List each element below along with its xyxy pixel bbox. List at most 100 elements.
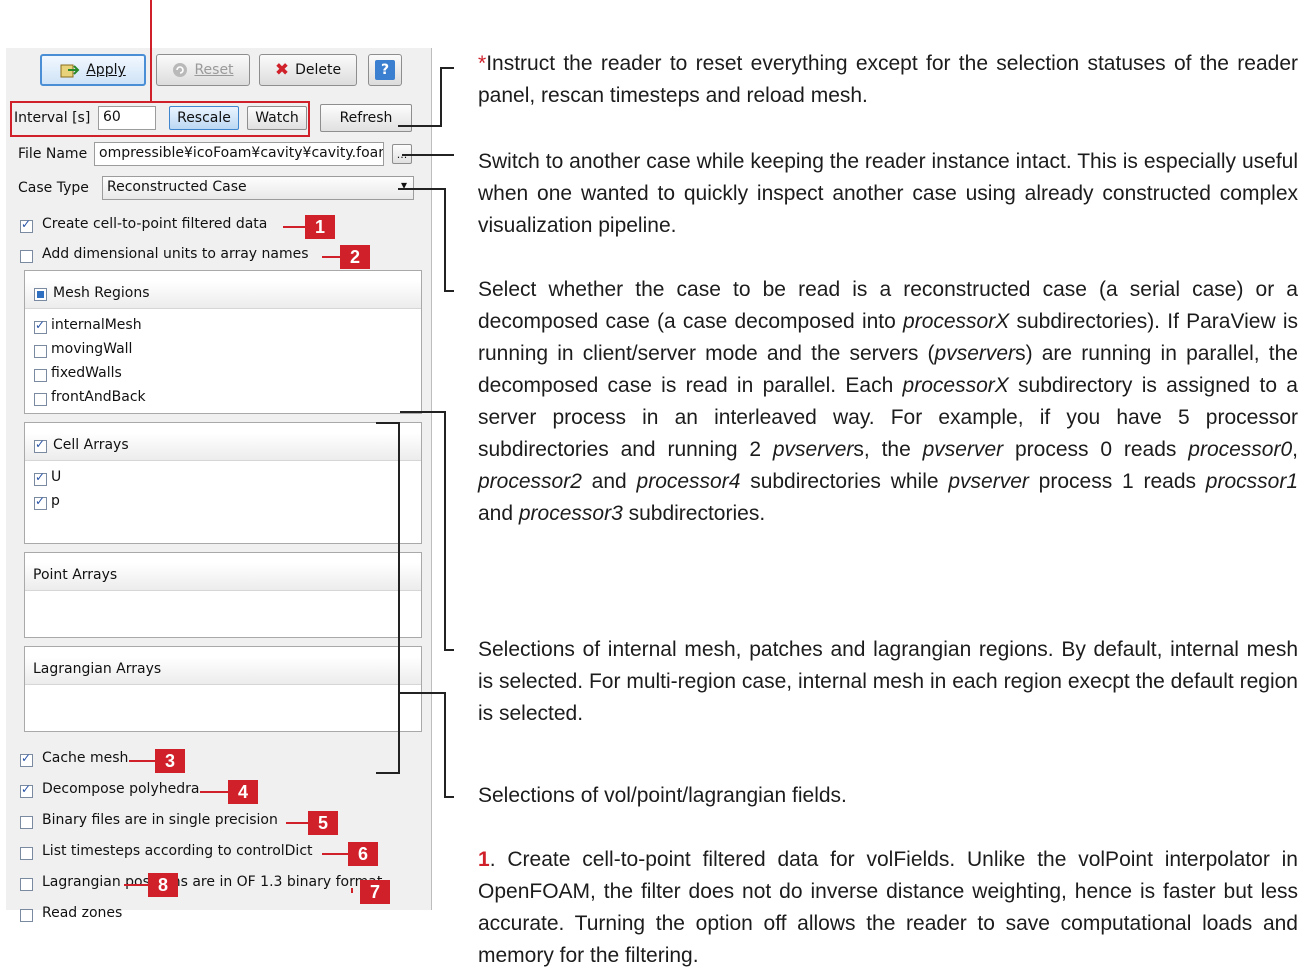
point-arrays-list[interactable]: Point Arrays xyxy=(24,552,422,638)
badge-connector xyxy=(351,888,353,893)
case-type-callout-line xyxy=(398,188,446,190)
regions-callout-line xyxy=(444,649,454,651)
mesh-region-checkbox[interactable] xyxy=(34,345,47,358)
mesh-region-checkbox[interactable] xyxy=(34,318,47,334)
badge-connector xyxy=(286,822,308,824)
file-name-label: File Name xyxy=(18,146,88,162)
reset-label: Reset xyxy=(194,62,234,78)
lagrangian-arrays-title: Lagrangian Arrays xyxy=(33,661,162,677)
fields-callout-line xyxy=(444,692,446,798)
read-zones-label: Read zones xyxy=(42,905,123,921)
fields-bracket xyxy=(376,772,400,774)
refresh-annotation: *Instruct the reader to reset everything… xyxy=(478,48,1298,112)
badge-connector xyxy=(200,791,228,793)
fields-bracket xyxy=(376,422,400,424)
point-arrays-header: Point Arrays xyxy=(25,563,421,591)
cell-arrays-title: Cell Arrays xyxy=(53,437,129,453)
refresh-callout-line xyxy=(440,67,442,127)
regions-callout-line xyxy=(400,411,446,413)
mesh-region-item: frontAndBack xyxy=(51,389,146,405)
case-type-em: procssor1 xyxy=(1205,470,1298,493)
badge-4: 4 xyxy=(228,780,258,804)
dim-units-checkbox[interactable] xyxy=(20,250,33,263)
note-1-number: 1 xyxy=(478,848,490,871)
dim-units-label: Add dimensional units to array names xyxy=(42,246,309,262)
cell-array-checkbox[interactable] xyxy=(34,494,47,510)
cell-arrays-list[interactable]: Cell Arrays U p xyxy=(24,422,422,544)
apply-icon xyxy=(60,64,80,78)
badge-connector xyxy=(322,853,348,855)
case-type-callout-line xyxy=(444,188,446,292)
case-type-value: Reconstructed Case xyxy=(107,179,247,195)
cache-mesh-checkbox[interactable] xyxy=(20,751,33,767)
mesh-region-item: movingWall xyxy=(51,341,133,357)
decompose-polyhedra-checkbox[interactable] xyxy=(20,782,33,798)
mesh-regions-header: Mesh Regions xyxy=(25,281,421,309)
reset-icon xyxy=(173,63,188,77)
case-type-text: subdirectories. xyxy=(622,502,766,525)
fields-bracket xyxy=(398,422,400,774)
mesh-region-item: internalMesh xyxy=(51,317,142,333)
fields-annotation: Selections of vol/point/lagrangian field… xyxy=(478,784,847,807)
case-type-em: pvserver xyxy=(772,438,854,461)
cell-to-point-checkbox[interactable] xyxy=(20,217,33,233)
case-type-text: subdirectories while xyxy=(740,470,949,493)
cell-to-point-label: Create cell-to-point filtered data xyxy=(42,216,268,232)
mesh-regions-checkbox[interactable] xyxy=(34,288,47,301)
badge-6: 6 xyxy=(348,842,378,866)
mesh-region-checkbox[interactable] xyxy=(34,369,47,382)
note-1-text: . Create cell-to-point filtered data for… xyxy=(478,848,1298,967)
refresh-star: * xyxy=(478,52,487,75)
interval-highlight-box xyxy=(10,101,310,137)
badge-2: 2 xyxy=(340,245,370,269)
badge-5: 5 xyxy=(308,811,338,835)
case-type-text: and xyxy=(581,470,637,493)
file-name-input[interactable]: ompressible¥icoFoam¥cavity¥cavity.foam xyxy=(94,142,384,166)
read-zones-checkbox[interactable] xyxy=(20,909,33,922)
cell-arrays-checkbox[interactable] xyxy=(34,437,47,453)
note-1-annotation: 1. Create cell-to-point filtered data fo… xyxy=(478,844,1298,972)
regions-callout-line xyxy=(444,411,446,651)
badge-7: 7 xyxy=(360,880,390,904)
file-callout-line xyxy=(402,154,454,156)
fields-callout-line xyxy=(398,692,446,694)
mesh-region-checkbox[interactable] xyxy=(34,393,47,406)
list-timesteps-checkbox[interactable] xyxy=(20,847,33,860)
refresh-callout-line xyxy=(440,67,454,69)
refresh-button[interactable]: Refresh xyxy=(320,104,412,132)
case-type-text: s, the xyxy=(853,438,923,461)
cell-array-item: U xyxy=(51,469,62,485)
case-type-em: pvserver xyxy=(922,438,1004,461)
decompose-polyhedra-label: Decompose polyhedra xyxy=(42,781,200,797)
case-type-annotation: Select whether the case to be read is a … xyxy=(478,274,1298,530)
case-type-em: processor3 xyxy=(518,502,623,525)
case-type-em: processor0 xyxy=(1188,438,1293,461)
case-type-em: pvserver xyxy=(934,342,1016,365)
cell-array-item: p xyxy=(51,493,60,509)
case-type-text: , xyxy=(1292,438,1298,461)
apply-button[interactable]: Apply xyxy=(40,54,146,86)
fields-callout-line xyxy=(444,796,454,798)
list-timesteps-label: List timesteps according to controlDict xyxy=(42,843,313,859)
mesh-regions-title: Mesh Regions xyxy=(53,285,150,301)
case-type-em: pvserver xyxy=(948,470,1029,493)
case-type-text: process 1 reads xyxy=(1028,470,1206,493)
lagrangian-arrays-list[interactable]: Lagrangian Arrays xyxy=(24,646,422,732)
case-type-select[interactable]: Reconstructed Case ▾ xyxy=(102,176,414,200)
binary-single-checkbox[interactable] xyxy=(20,816,33,829)
delete-button[interactable]: ✖ Delete xyxy=(259,54,357,86)
case-type-text: and xyxy=(478,502,519,525)
file-annotation: Switch to another case while keeping the… xyxy=(478,150,1298,237)
help-button[interactable]: ? xyxy=(368,54,402,86)
case-type-em: processor4 xyxy=(636,470,741,493)
badge-connector xyxy=(129,760,155,762)
cell-array-checkbox[interactable] xyxy=(34,470,47,486)
reset-button[interactable]: Reset xyxy=(156,54,250,86)
delete-label: Delete xyxy=(295,62,342,78)
lagrangian-positions-checkbox[interactable] xyxy=(20,878,33,891)
point-arrays-title: Point Arrays xyxy=(33,567,118,583)
case-type-em: processorX xyxy=(903,310,1010,333)
mesh-region-item: fixedWalls xyxy=(51,365,122,381)
mesh-regions-list[interactable]: Mesh Regions internalMesh movingWall fix… xyxy=(24,270,422,414)
lagrangian-positions-label: Lagrangian positions are in OF 1.3 binar… xyxy=(42,874,383,890)
